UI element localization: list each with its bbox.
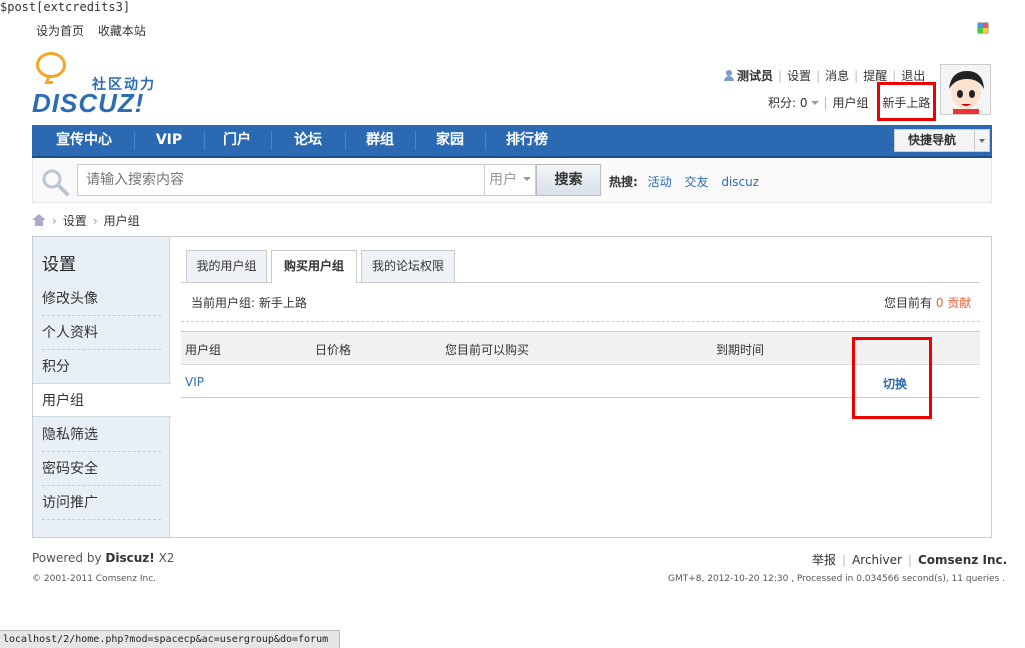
username-link[interactable]: 测试员 (737, 69, 773, 83)
nav-item-groups[interactable]: 群组 (347, 125, 413, 156)
chevron-down-icon (974, 130, 989, 151)
sidebar-item-avatar[interactable]: 修改头像 (33, 282, 170, 316)
settings-link[interactable]: 设置 (787, 69, 811, 83)
sidebar-item-profile[interactable]: 个人资料 (33, 316, 170, 350)
credits-dropdown[interactable]: 积分: 0 (768, 96, 819, 110)
discuz-link[interactable]: Discuz! (105, 551, 154, 565)
notices-link[interactable]: 提醒 (863, 69, 887, 83)
powered-by: Powered by Discuz! X2 (32, 551, 175, 565)
bookmark-link[interactable]: 收藏本站 (98, 24, 146, 38)
home-icon[interactable] (32, 214, 46, 226)
top-links: 设为首页 收藏本站 (36, 22, 156, 39)
column-header-can-buy: 您目前可以购买 (445, 343, 530, 357)
messages-link[interactable]: 消息 (825, 69, 849, 83)
search-type-select[interactable]: 用户 (485, 164, 536, 196)
highlight-box-switch (852, 337, 932, 419)
sidebar-item-privacy[interactable]: 隐私筛选 (33, 418, 170, 452)
credit-value[interactable]: 0 贡献 (936, 296, 971, 310)
hot-link-discuz[interactable]: discuz (721, 175, 759, 189)
hot-searches: 热搜: 活动 交友 discuz (609, 175, 760, 189)
archiver-link[interactable]: Archiver (852, 553, 902, 567)
user-icon (724, 70, 734, 81)
breadcrumb-usergroup: 用户组 (103, 214, 140, 228)
main-nav: 宣传中心 VIP 门户 论坛 群组 家园 排行榜 快捷导航 (32, 125, 992, 158)
logo-text: DISCUZ! (32, 88, 145, 118)
chevron-down-icon (810, 101, 819, 105)
nav-item-forum[interactable]: 论坛 (273, 125, 343, 156)
nav-item-portal[interactable]: 门户 (206, 125, 268, 156)
search-icon (40, 167, 70, 197)
avatar[interactable] (940, 64, 991, 115)
sidebar-item-password[interactable]: 密码安全 (33, 452, 170, 486)
hot-link-activity[interactable]: 活动 (648, 175, 672, 189)
table-row-group-vip[interactable]: VIP (185, 375, 204, 389)
tab-buy-usergroup[interactable]: 购买用户组 (271, 250, 357, 284)
credit-balance: 您目前有 0 贡献 (884, 296, 972, 310)
comsenz-link[interactable]: Comsenz Inc. (918, 553, 1007, 567)
site-logo[interactable]: 社区动力 DISCUZ! (32, 52, 172, 118)
nav-item-vip[interactable]: VIP (136, 125, 202, 156)
page-stats: GMT+8, 2012-10-20 12:30 , Processed in 0… (668, 574, 1005, 584)
breadcrumb-settings[interactable]: 设置 (63, 214, 87, 228)
nav-item-ranking[interactable]: 排行榜 (487, 125, 567, 156)
column-header-usergroup: 用户组 (185, 343, 222, 357)
browser-status-url: localhost/2/home.php?mod=spacecp&ac=user… (0, 630, 340, 648)
column-header-daily-price: 日价格 (315, 343, 352, 357)
nav-item-home[interactable]: 家园 (417, 125, 483, 156)
tab-forum-permissions[interactable]: 我的论坛权限 (361, 250, 455, 283)
tab-my-usergroup[interactable]: 我的用户组 (186, 250, 267, 283)
breadcrumb: › 设置 › 用户组 (32, 212, 140, 229)
report-link[interactable]: 举报 (812, 553, 836, 567)
nav-item-promo[interactable]: 宣传中心 (36, 125, 132, 156)
highlight-box-usergroup (877, 82, 936, 121)
sidebar-item-promotion[interactable]: 访问推广 (33, 486, 170, 520)
logout-link[interactable]: 退出 (901, 69, 925, 83)
quick-nav-button[interactable]: 快捷导航 (894, 129, 990, 152)
sidebar-item-usergroup[interactable]: 用户组 (33, 383, 171, 417)
debug-text: $post[extcredits3] (0, 0, 131, 14)
copyright: © 2001-2011 Comsenz Inc. (32, 574, 157, 584)
set-homepage-link[interactable]: 设为首页 (36, 24, 84, 38)
sidebar-item-credits[interactable]: 积分 (33, 350, 170, 384)
footer-links: 举报 | Archiver | Comsenz Inc. (812, 553, 1008, 567)
sidebar-title: 设置 (42, 255, 76, 275)
speech-bubble-icon (36, 52, 66, 78)
search-button[interactable]: 搜索 (536, 164, 601, 196)
color-palette-icon[interactable] (977, 22, 989, 34)
current-usergroup: 当前用户组: 新手上路 (191, 296, 307, 310)
search-input[interactable] (77, 164, 485, 196)
usergroup-link[interactable]: 用户组 (833, 96, 869, 110)
column-header-expiry: 到期时间 (716, 343, 765, 357)
chevron-down-icon (523, 177, 531, 181)
hot-link-friends[interactable]: 交友 (684, 175, 708, 189)
